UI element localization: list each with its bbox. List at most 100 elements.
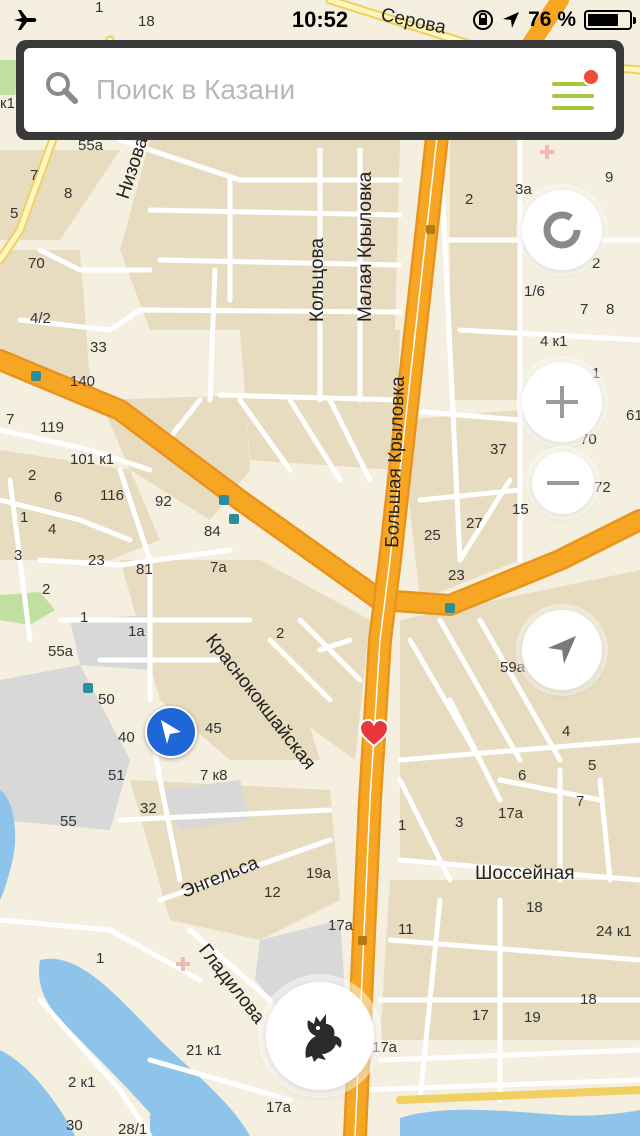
house-number: 2: [276, 625, 284, 642]
zoom-controls: [522, 362, 602, 522]
house-number: 7: [6, 411, 14, 428]
house-number: 17а: [266, 1099, 292, 1116]
bus-stop-icon: [445, 603, 455, 613]
house-number: 8: [606, 301, 614, 318]
house-number: 70: [28, 255, 45, 272]
house-number: 25: [424, 527, 441, 544]
house-number: 7: [580, 301, 588, 318]
house-number: 17а: [372, 1039, 398, 1056]
house-number: 140: [70, 373, 95, 390]
house-number: 2: [42, 581, 50, 598]
house-number: 6: [54, 489, 62, 506]
house-number: 55а: [48, 643, 74, 660]
house-number: 19: [524, 1009, 541, 1026]
house-number: 2: [465, 191, 473, 208]
street-label-koltsova: Кольцова: [307, 238, 328, 322]
zoom-in-button[interactable]: [522, 362, 602, 442]
house-number: 19а: [306, 865, 332, 882]
search-icon: [46, 72, 78, 104]
house-number: 119: [40, 419, 64, 436]
user-heading-arrow-icon: [161, 720, 181, 744]
house-number: 1: [398, 817, 406, 834]
house-number: 40: [118, 729, 135, 746]
house-number: 6: [518, 767, 526, 784]
house-number: 3: [455, 814, 463, 831]
house-number: к1: [0, 95, 15, 112]
bus-stop-icon: [31, 371, 41, 381]
house-number: 17а: [498, 805, 524, 822]
traffic-ring-icon: [543, 211, 581, 249]
hamburger-menu-icon-line: [552, 106, 594, 110]
house-number: 18: [526, 899, 543, 916]
bus-stop-icon: [426, 225, 435, 234]
navigation-arrow-icon: [548, 636, 576, 664]
house-number: 8: [64, 185, 72, 202]
street-label-shosseynaya: Шоссейная: [475, 863, 575, 884]
house-number: 37: [490, 441, 507, 458]
house-number: 1а: [128, 623, 145, 640]
house-number: 116: [100, 487, 124, 504]
house-number: 92: [155, 493, 172, 510]
locate-me-button[interactable]: [522, 610, 602, 690]
house-number: 32: [140, 800, 157, 817]
house-number: 1/6: [524, 283, 545, 300]
zoom-out-button[interactable]: [532, 452, 594, 514]
bus-stop-icon: [229, 514, 239, 524]
bus-stop-icon: [83, 683, 93, 693]
house-number: 4 к1: [540, 333, 567, 350]
street-label-malaya-krylovka: Малая Крыловка: [355, 171, 376, 322]
plus-icon: [546, 386, 578, 418]
house-number: 3а: [515, 181, 532, 198]
house-number: 59а: [500, 659, 526, 676]
house-number: 2 к1: [68, 1074, 95, 1091]
battery-level: [588, 14, 618, 26]
house-number: 55: [60, 813, 77, 830]
status-time: 10:52: [291, 7, 349, 32]
house-number: 21 к1: [186, 1042, 222, 1059]
house-number: 11: [398, 921, 414, 938]
house-number: 4: [562, 723, 570, 740]
user-location-marker[interactable]: [145, 706, 197, 758]
house-number: 23: [448, 567, 465, 584]
bus-stop-icon: [219, 495, 229, 505]
house-number: 27: [466, 515, 483, 532]
heart-icon: [358, 718, 390, 748]
menu-button[interactable]: [550, 68, 600, 114]
notification-dot: [582, 68, 600, 86]
house-number: 9: [605, 169, 613, 186]
house-number: 23: [88, 552, 105, 569]
house-number: 7а: [210, 559, 227, 576]
house-number: 18: [580, 991, 597, 1008]
search-placeholder: Поиск в Казани: [96, 74, 296, 105]
status-bar: 10:52 76 %: [0, 0, 640, 40]
house-number: 7: [576, 793, 584, 810]
house-number: 7 к8: [200, 767, 227, 784]
favorite-place-marker[interactable]: [358, 718, 390, 752]
house-number: 5: [588, 757, 596, 774]
house-number: 3: [14, 547, 22, 564]
house-number: 12: [264, 884, 281, 901]
house-number: 28/1: [118, 1121, 147, 1136]
search-bar: Поиск в Казани: [16, 40, 624, 140]
bus-stop-icon: [358, 936, 367, 945]
battery-tip: [633, 17, 636, 24]
kazan-dragon-logo-icon: [305, 1014, 342, 1062]
house-number: 4: [48, 521, 56, 538]
house-number: 7: [30, 167, 38, 184]
house-number: 17: [472, 1007, 489, 1024]
house-number: 50: [98, 691, 115, 708]
kazan-logo-button[interactable]: [266, 982, 374, 1090]
house-number: 81: [136, 561, 153, 578]
minus-icon: [547, 481, 579, 485]
house-number: 1: [80, 609, 88, 626]
house-number: 51: [108, 767, 125, 784]
house-number: 2: [28, 467, 36, 484]
map-canvas[interactable]: Серова Низовая Кольцова Малая Крыловка Б…: [0, 0, 640, 1136]
search-input[interactable]: Поиск в Казани: [24, 48, 616, 132]
traffic-layer-button[interactable]: [522, 190, 602, 270]
house-number: 61: [626, 407, 640, 424]
house-number: 1: [20, 509, 28, 526]
battery-icon: [584, 10, 636, 30]
house-number: 33: [90, 339, 107, 356]
house-number: 45: [205, 720, 222, 737]
